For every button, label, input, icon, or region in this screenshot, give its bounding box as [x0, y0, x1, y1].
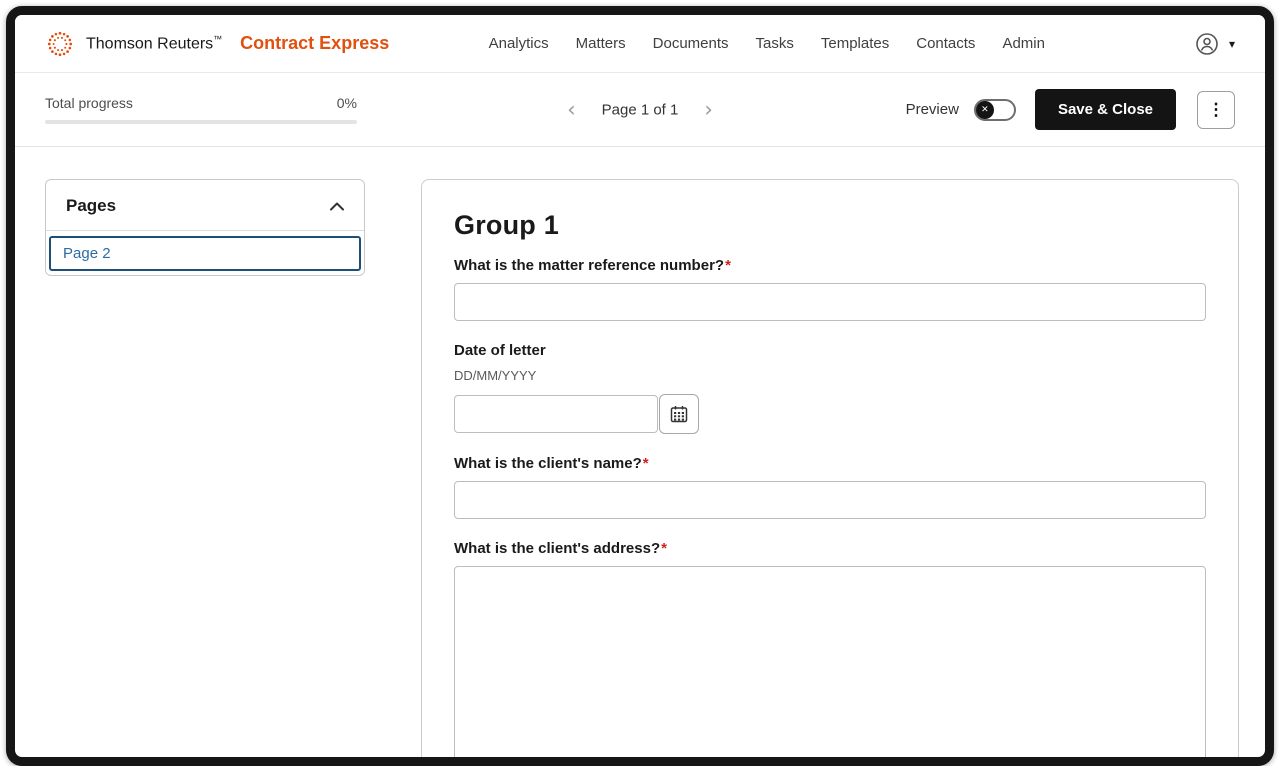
calendar-picker-button[interactable] — [659, 394, 699, 434]
field-matter-reference: What is the matter reference number?* — [454, 257, 1206, 321]
field-date-of-letter: Date of letter DD/MM/YYYY — [454, 342, 1206, 434]
chevron-down-icon: ▾ — [1229, 37, 1235, 51]
app-window: Thomson Reuters™ Contract Express Analyt… — [6, 6, 1274, 766]
toolbar-actions: Preview ✕ Save & Close ⋮ — [906, 89, 1235, 130]
nav-item-analytics[interactable]: Analytics — [489, 35, 549, 52]
client-address-textarea[interactable] — [454, 566, 1206, 766]
product-name: Contract Express — [240, 33, 389, 54]
thomson-reuters-kinesis-icon — [45, 29, 75, 59]
brand-logo[interactable]: Thomson Reuters™ Contract Express — [45, 29, 389, 59]
nav-item-tasks[interactable]: Tasks — [756, 35, 794, 52]
group-title: Group 1 — [454, 210, 1206, 241]
nav-item-admin[interactable]: Admin — [1002, 35, 1045, 52]
questionnaire-content: Pages Page 2 Group 1 What is the matter … — [15, 147, 1265, 766]
required-marker: * — [643, 455, 649, 472]
nav-item-contacts[interactable]: Contacts — [916, 35, 975, 52]
preview-toggle[interactable]: ✕ — [974, 99, 1016, 121]
field-client-name: What is the client's name?* — [454, 455, 1206, 519]
pages-panel: Pages Page 2 — [45, 179, 365, 276]
user-avatar-icon — [1195, 32, 1219, 56]
question-group-card: Group 1 What is the matter reference num… — [421, 179, 1239, 766]
matter-reference-input[interactable] — [454, 283, 1206, 321]
top-navigation-bar: Thomson Reuters™ Contract Express Analyt… — [15, 15, 1265, 73]
progress-bar — [45, 120, 357, 124]
pages-panel-header[interactable]: Pages — [46, 180, 364, 231]
kebab-icon: ⋮ — [1208, 100, 1225, 120]
calendar-icon — [670, 405, 688, 423]
main-nav: Analytics Matters Documents Tasks Templa… — [489, 35, 1045, 52]
more-options-button[interactable]: ⋮ — [1197, 91, 1235, 129]
page-pagination: ‹ Page 1 of 1 › — [567, 99, 713, 120]
save-close-button[interactable]: Save & Close — [1035, 89, 1176, 130]
question-label: Date of letter — [454, 342, 1206, 359]
next-page-icon[interactable]: › — [704, 99, 712, 120]
progress-label: Total progress — [45, 95, 133, 111]
previous-page-icon[interactable]: ‹ — [567, 99, 575, 120]
account-menu-button[interactable]: ▾ — [1195, 32, 1235, 56]
date-of-letter-input[interactable] — [454, 395, 658, 433]
progress-value: 0% — [337, 95, 357, 111]
toggle-off-icon: ✕ — [976, 101, 994, 119]
question-label: What is the matter reference number?* — [454, 257, 1206, 274]
questionnaire-toolbar: Total progress 0% ‹ Page 1 of 1 › Previe… — [15, 73, 1265, 147]
nav-item-documents[interactable]: Documents — [653, 35, 729, 52]
required-marker: * — [661, 540, 667, 557]
required-marker: * — [725, 257, 731, 274]
question-label: What is the client's name?* — [454, 455, 1206, 472]
nav-item-matters[interactable]: Matters — [576, 35, 626, 52]
preview-label: Preview — [906, 101, 959, 118]
date-format-hint: DD/MM/YYYY — [454, 368, 1206, 383]
field-client-address: What is the client's address?* — [454, 540, 1206, 766]
total-progress: Total progress 0% — [45, 95, 357, 124]
nav-item-templates[interactable]: Templates — [821, 35, 889, 52]
brand-name: Thomson Reuters™ — [86, 34, 222, 53]
page-indicator: Page 1 of 1 — [602, 101, 679, 118]
pages-panel-title: Pages — [66, 196, 116, 216]
question-label: What is the client's address?* — [454, 540, 1206, 557]
trademark-symbol: ™ — [213, 34, 222, 44]
chevron-up-icon — [330, 202, 344, 211]
client-name-input[interactable] — [454, 481, 1206, 519]
sidebar-item-page-2[interactable]: Page 2 — [49, 236, 361, 271]
